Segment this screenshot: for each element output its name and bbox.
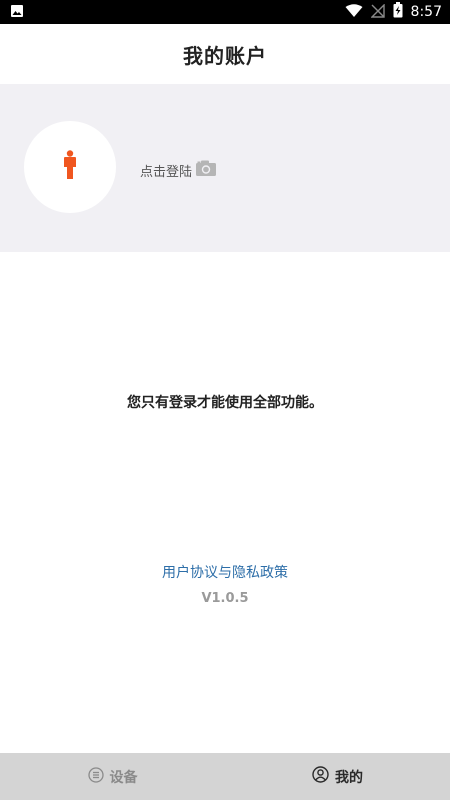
tab-devices-label: 设备: [109, 769, 138, 786]
profile-panel: 点击登陆: [0, 84, 450, 252]
status-left: [10, 3, 24, 22]
version-label: V1.0.5: [201, 591, 249, 606]
tab-devices[interactable]: 设备: [0, 753, 225, 800]
user-circle-icon: [312, 766, 329, 787]
list-icon: [87, 766, 104, 787]
status-time: 8:57: [410, 4, 442, 20]
privacy-policy-link[interactable]: 用户协议与隐私政策: [0, 562, 450, 582]
avatar[interactable]: [24, 121, 116, 213]
status-right: 8:57: [345, 2, 442, 22]
login-required-message: 您只有登录才能使用全部功能。: [127, 395, 323, 411]
tab-mine[interactable]: 我的: [225, 753, 450, 800]
person-icon: [62, 150, 78, 184]
app-header: 我的账户: [0, 24, 450, 84]
battery-charging-icon: [393, 2, 403, 22]
tab-mine-label: 我的: [335, 769, 363, 786]
bottom-tab-bar: 设备 我的: [0, 753, 450, 800]
status-bar: 8:57: [0, 0, 450, 24]
no-signal-icon: [369, 2, 385, 22]
login-label[interactable]: 点击登陆: [140, 161, 192, 180]
page-title: 我的账户: [183, 43, 267, 68]
camera-icon[interactable]: [195, 159, 217, 181]
image-notification-icon: [10, 3, 24, 22]
login-prompt[interactable]: 点击登陆: [140, 160, 217, 180]
wifi-icon: [345, 3, 363, 22]
